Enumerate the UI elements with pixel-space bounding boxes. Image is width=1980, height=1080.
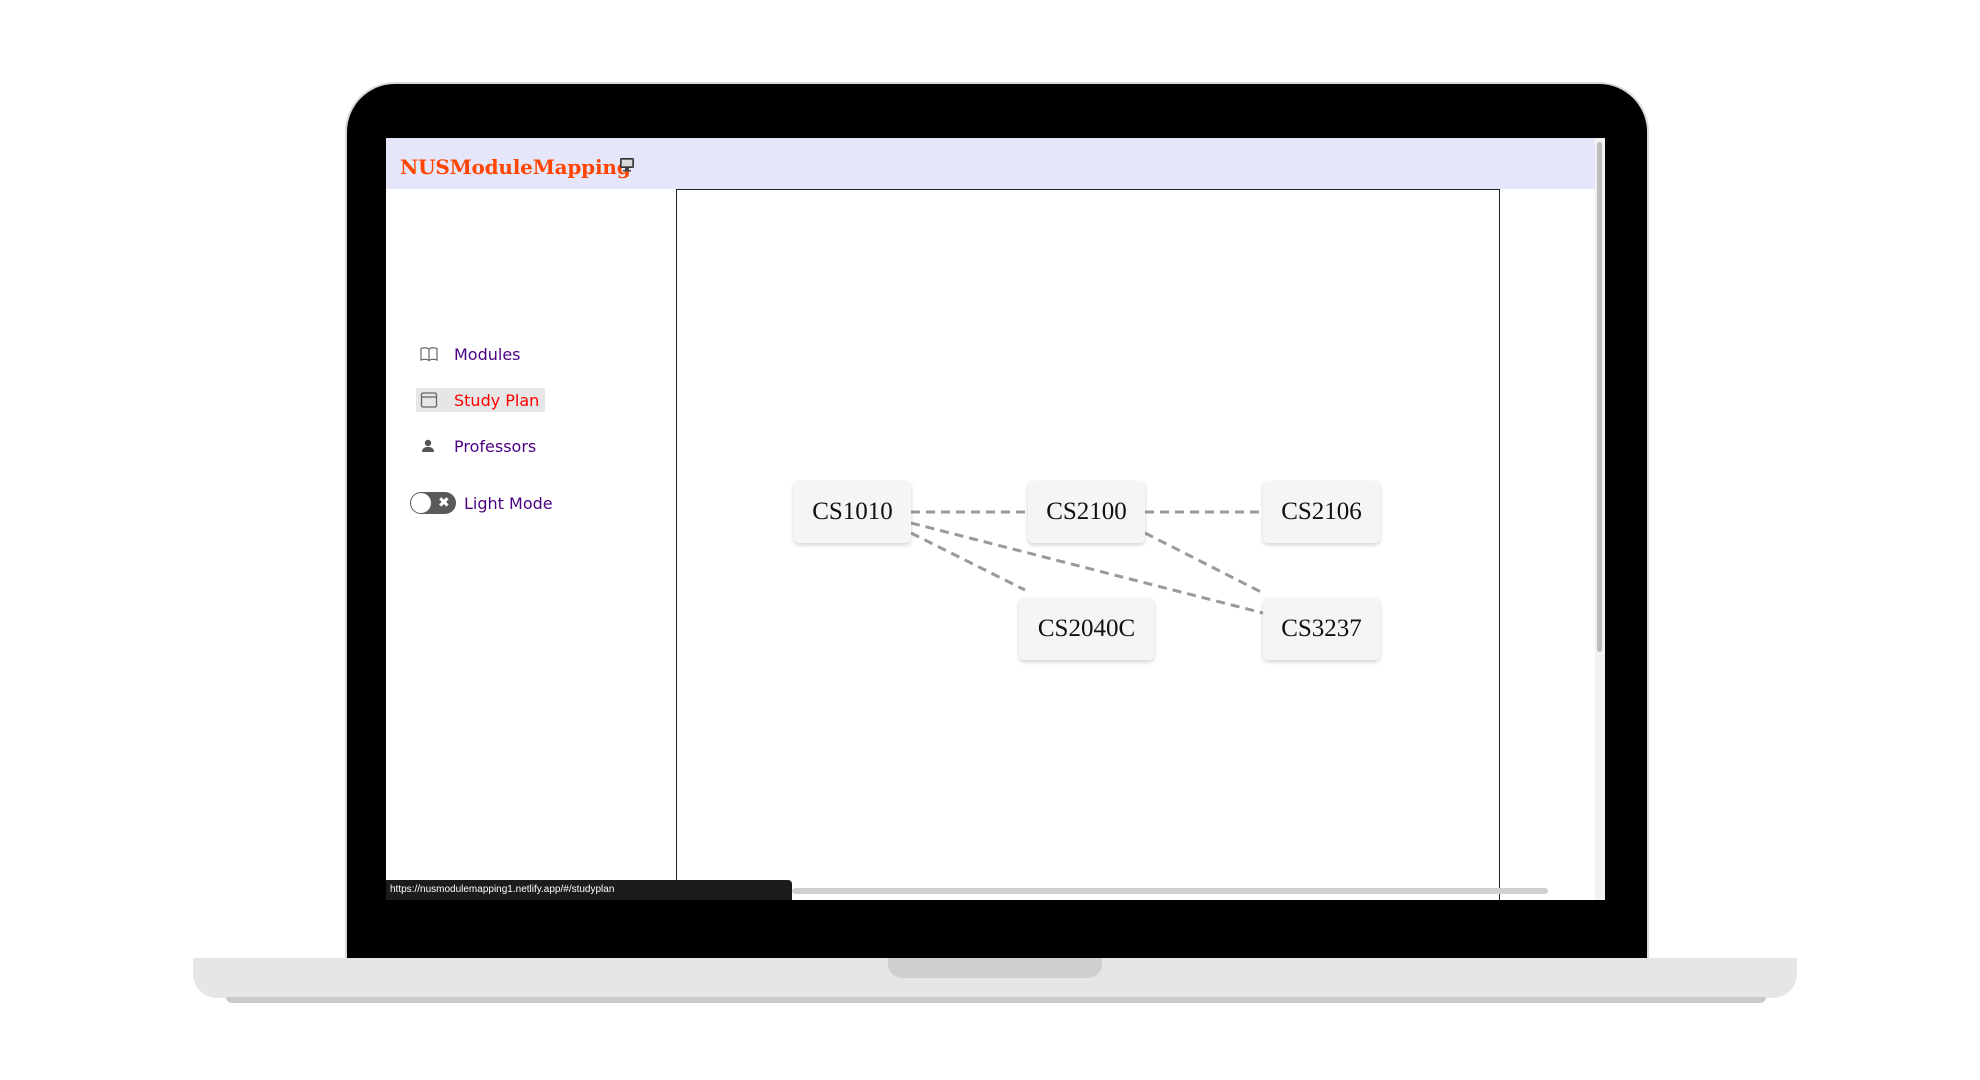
sidebar-item-label: Professors [454,436,537,456]
browser-screen: NUSModuleMapping Modules Study Plan Prof… [386,138,1605,900]
sidebar: Modules Study Plan Professors ✖ Light Mo… [386,189,676,900]
sidebar-item-modules[interactable]: Modules [416,342,527,366]
app-header: NUSModuleMapping [386,138,1605,189]
graph-edge [910,531,1026,592]
sidebar-item-study-plan[interactable]: Study Plan [416,388,546,412]
calendar-icon [420,390,446,410]
vertical-scrollbar[interactable] [1595,138,1605,900]
sidebar-item-label: Modules [454,344,521,364]
laptop-notch [888,958,1102,978]
module-node-cs2040c[interactable]: CS2040C [1019,598,1154,660]
status-bar-url: https://nusmodulemapping1.netlify.app/#/… [386,880,792,900]
graph-edges [910,510,1264,615]
scrollbar-thumb[interactable] [1597,142,1602,652]
graph-edge [1144,531,1264,595]
brand-title[interactable]: NUSModuleMapping [400,155,631,179]
close-icon: ✖ [438,495,450,511]
sidebar-item-professors[interactable]: Professors [416,434,542,458]
module-node-cs2100[interactable]: CS2100 [1028,481,1145,543]
module-node-cs3237[interactable]: CS3237 [1263,598,1380,660]
person-icon [420,436,446,456]
module-node-cs1010[interactable]: CS1010 [794,481,911,543]
laptop-foot [226,997,1766,1003]
module-node-cs2106[interactable]: CS2106 [1263,481,1380,543]
theme-toggle-row: ✖ Light Mode [410,492,553,514]
sidebar-item-label: Study Plan [454,390,540,410]
toggle-knob [411,493,431,513]
theme-toggle[interactable]: ✖ [410,492,456,514]
horizontal-scrollbar[interactable] [792,888,1548,894]
book-icon [420,344,446,364]
theme-toggle-label: Light Mode [464,493,553,513]
monitor-icon [620,158,634,172]
study-plan-graph: CS1010 CS2100 CS2106 CS2040C CS3237 [676,189,1500,900]
